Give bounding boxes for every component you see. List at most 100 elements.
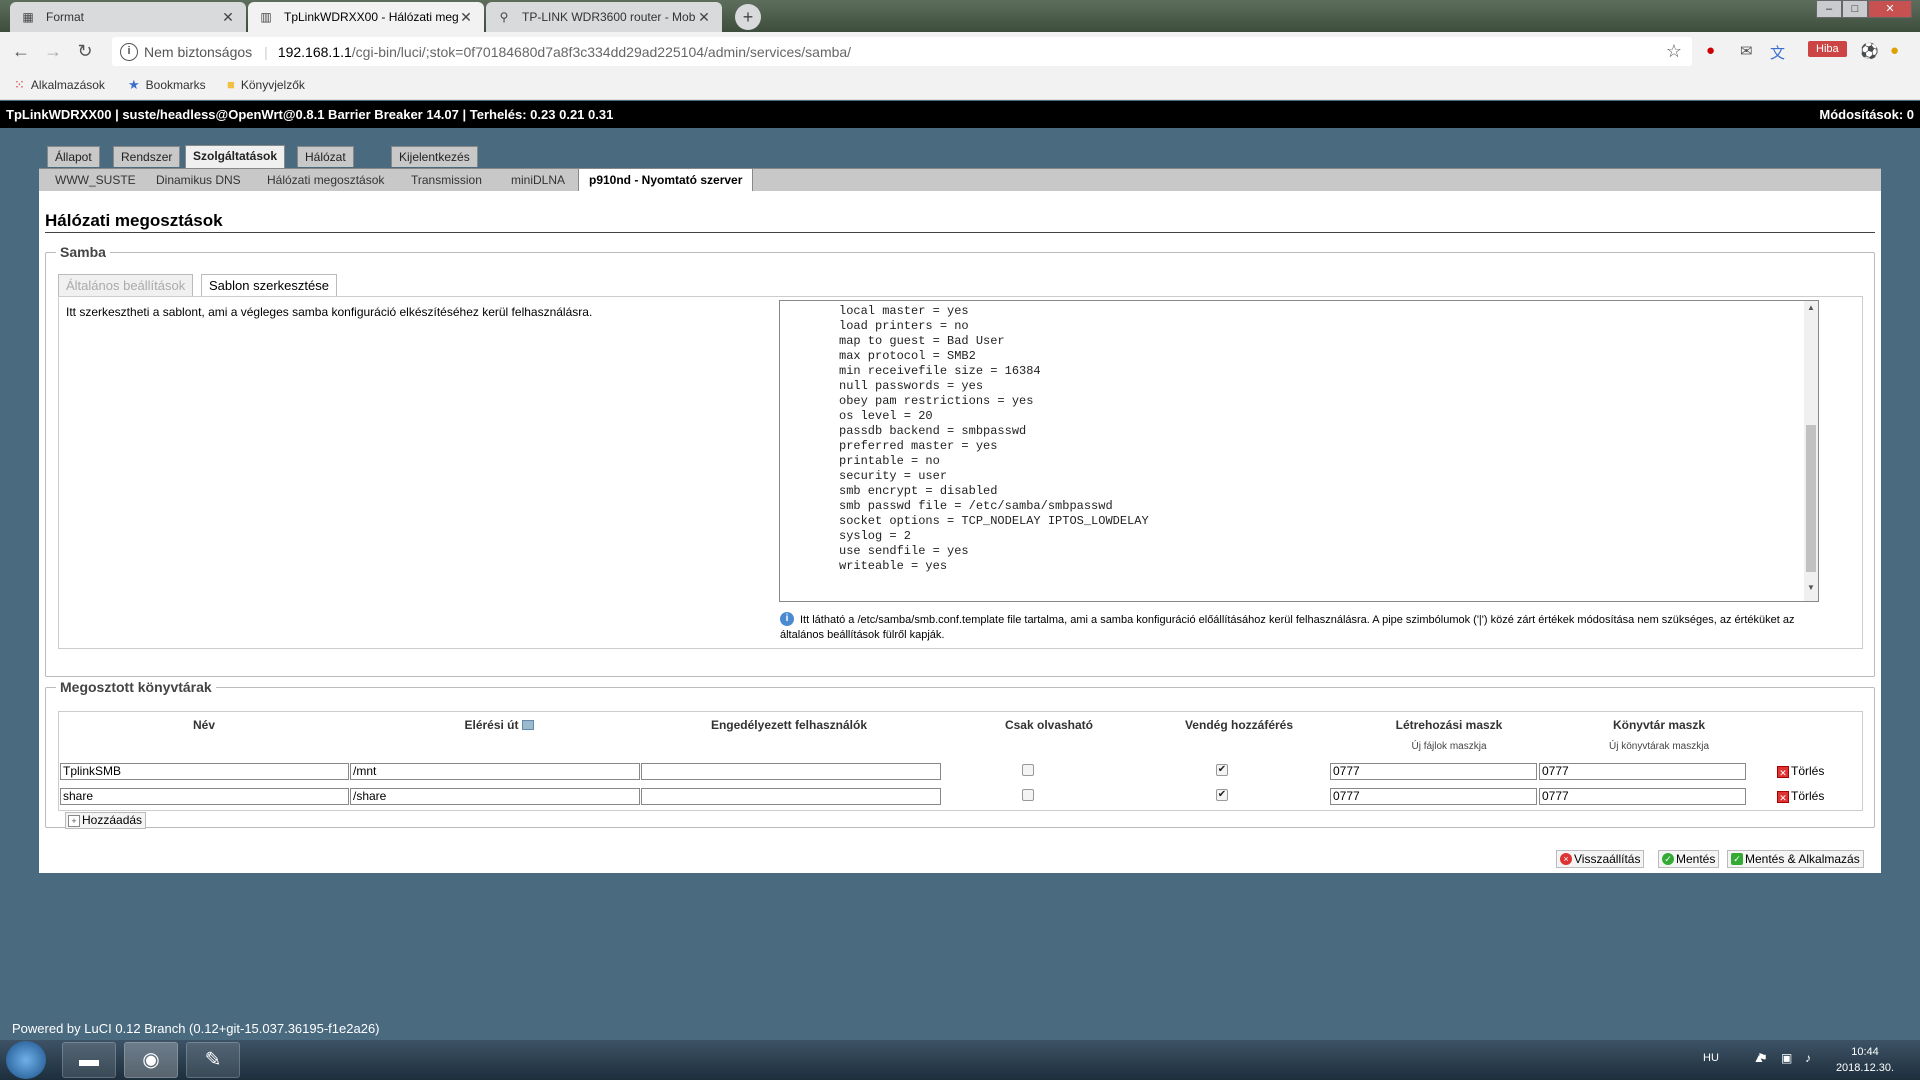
close-icon[interactable]: ✕ [458,9,474,26]
explorer-icon[interactable]: ▬ [62,1042,116,1078]
tab-network[interactable]: Hálózat [297,146,354,167]
bookmark-bookmarks[interactable]: ★ Bookmarks [128,77,206,93]
sub-menu: WWW_SUSTE Dinamikus DNS Hálózati megoszt… [39,168,1881,192]
subtab-p910nd[interactable]: p910nd - Nyomtató szerver [578,168,754,192]
tab-services[interactable]: Szolgáltatások [185,145,286,168]
template-line: load printers = no [839,319,969,333]
browser-tab-tplink[interactable]: ⚲ TP-LINK WDR3600 router - Mob ✕ [486,2,722,32]
luci-icon: ▥ [260,10,272,24]
browser-tab-luci[interactable]: ▥ TpLinkWDRXX00 - Hálózati meg ✕ [248,2,484,32]
minimize-icon[interactable]: – [1816,0,1842,18]
luci-footer: Powered by LuCI 0.12 Branch (0.12+git-15… [12,1021,380,1036]
guest-checkbox[interactable]: ✔ [1216,789,1228,801]
template-scrollbar[interactable]: ▲ ▼ [1804,301,1818,601]
tab-status[interactable]: Állapot [47,146,100,167]
address-bar[interactable]: i Nem biztonságos | 192.168.1.1/cgi-bin/… [112,37,1692,66]
delete-button[interactable]: ✕ Törlés [1777,763,1824,780]
warning-icon[interactable]: ● [1890,42,1899,59]
dir-mask-input[interactable]: 0777 [1539,788,1746,805]
shares-legend: Megosztott könyvtárak [56,679,216,695]
info-icon[interactable]: i [120,42,138,61]
scroll-thumb[interactable] [1806,425,1816,572]
language-indicator[interactable]: HU [1703,1052,1719,1064]
delete-icon: ✕ [1777,790,1789,803]
profile-icon[interactable]: ⚽ [1860,42,1879,60]
tab-edit-template[interactable]: Sablon szerkesztése [201,274,337,296]
chrome-icon[interactable]: ◉ [124,1042,178,1078]
translate-icon[interactable]: 文 [1770,42,1785,63]
dir-mask-input[interactable]: 0777 [1539,763,1746,780]
folder-icon: ■ [227,77,235,92]
subtab-network-shares[interactable]: Hálózati megosztások [257,169,394,191]
share-name-input[interactable]: TplinkSMB [60,763,349,780]
back-icon[interactable]: ← [9,40,33,62]
tab-title: TpLinkWDRXX00 - Hálózati meg [284,10,458,24]
window-close-icon[interactable]: ✕ [1868,0,1912,18]
template-line: socket options = TCP_NODELAY IPTOS_LOWDE… [839,514,1149,528]
share-path-input[interactable]: /share [350,788,640,805]
paint-icon[interactable]: ✎ [186,1042,240,1078]
check-icon: ✓ [1662,853,1674,865]
network-icon[interactable]: ▣ [1781,1051,1792,1065]
subtab-minidlna[interactable]: miniDLNA [501,169,575,191]
luci-container: Állapot Rendszer Szolgáltatások Hálózat … [39,145,1881,873]
reset-icon: × [1560,853,1572,865]
volume-icon[interactable]: ♪ [1805,1051,1811,1065]
create-mask-input[interactable]: 0777 [1330,788,1537,805]
subtab-www-suste[interactable]: WWW_SUSTE [45,169,146,191]
changes-counter[interactable]: Módosítások: 0 [1819,101,1914,128]
template-line: printable = no [839,454,940,468]
header-create-mask: Létrehozási maszk [1395,718,1503,732]
guest-checkbox[interactable]: ✔ [1216,764,1228,776]
action-center-flag-icon[interactable]: ⚑ [1757,1051,1768,1065]
template-hint: Itt látható a /etc/samba/smb.conf.templa… [780,614,1795,641]
scroll-up-icon[interactable]: ▲ [1804,301,1818,315]
mail-icon[interactable]: ✉ [1740,42,1753,60]
opera-icon[interactable]: ● [1706,42,1715,59]
template-line: os level = 20 [839,409,933,423]
subtab-transmission[interactable]: Transmission [401,169,492,191]
share-name-input[interactable]: share [60,788,349,805]
share-users-input[interactable] [641,763,941,780]
template-line: passdb backend = smbpasswd [839,424,1027,438]
create-mask-input[interactable]: 0777 [1330,763,1537,780]
template-textarea[interactable]: local master = yes load printers = no map … [779,300,1819,602]
scroll-down-icon[interactable]: ▼ [1804,581,1818,595]
save-apply-label: Mentés & Alkalmazás [1745,852,1860,866]
shared-directories-section: Megosztott könyvtárak Név Elérési út Eng… [45,679,1875,829]
browser-tab-format[interactable]: ▦ Format ✕ [10,2,246,32]
save-button[interactable]: ✓ Mentés [1658,850,1720,868]
template-line: null passwords = yes [839,379,984,393]
tab-general-settings[interactable]: Általános beállítások [58,274,194,296]
windows-taskbar: ▬ ◉ ✎ HU ▲ ⚑ ▣ ♪ 10:44 2018.12.30. [0,1040,1920,1080]
subtab-ddns[interactable]: Dinamikus DNS [146,169,251,191]
share-users-input[interactable] [641,788,941,805]
add-button[interactable]: + Hozzáadás [65,812,147,829]
bookmark-folder[interactable]: ■ Könyvjelzők [227,77,305,92]
reset-button[interactable]: × Visszaállítás [1556,850,1645,868]
share-path-input[interactable]: /mnt [350,763,640,780]
delete-button[interactable]: ✕ Törlés [1777,788,1824,805]
maximize-icon[interactable]: □ [1842,0,1868,18]
bookmark-apps[interactable]: ⁙ Alkalmazások [14,77,105,93]
header-guest-access: Vendég hozzáférés [1184,718,1294,732]
bookmark-star-icon[interactable]: ☆ [1666,41,1682,62]
close-icon[interactable]: ✕ [220,9,236,26]
tab-system[interactable]: Rendszer [113,146,181,167]
system-clock[interactable]: 10:44 2018.12.30. [1830,1044,1900,1076]
apply-icon: ✓ [1731,853,1743,865]
readonly-checkbox[interactable] [1022,764,1034,776]
add-label: Hozzáadás [82,813,143,827]
main-content: Hálózati megosztások Samba Általános beá… [39,191,1881,873]
sort-icon[interactable] [521,720,534,730]
close-icon[interactable]: ✕ [696,9,712,26]
new-tab-button[interactable]: + [735,4,761,30]
clock-date: 2018.12.30. [1835,1062,1895,1074]
readonly-checkbox[interactable] [1022,789,1034,801]
reload-icon[interactable]: ↻ [73,40,97,62]
error-badge[interactable]: Hiba [1808,41,1847,57]
tab-logout[interactable]: Kijelentkezés [391,146,478,167]
start-button[interactable] [6,1041,46,1079]
save-apply-button[interactable]: ✓ Mentés & Alkalmazás [1727,850,1864,868]
forward-icon[interactable]: → [41,40,65,62]
